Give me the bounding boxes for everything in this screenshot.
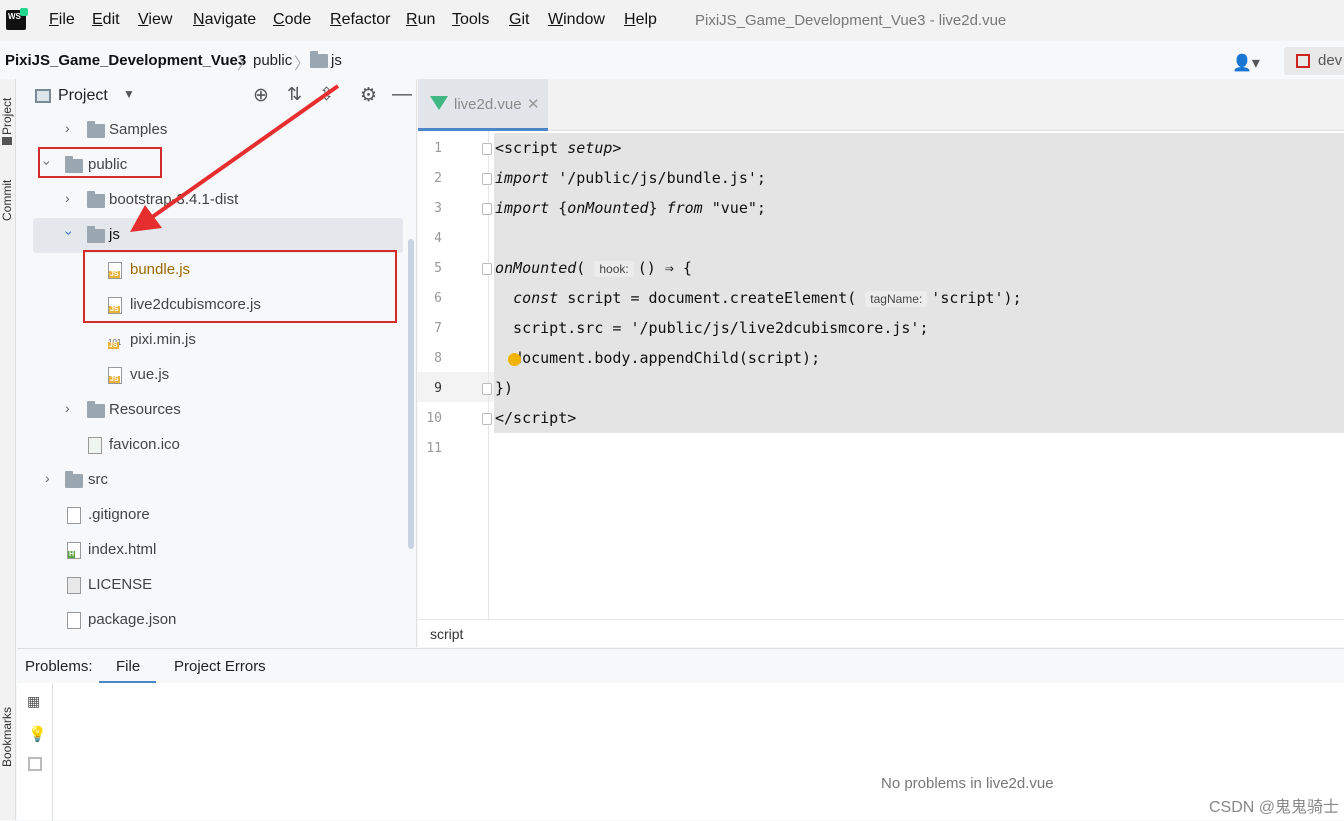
code-line: <script setup>: [495, 139, 622, 157]
fold-marker-icon[interactable]: [482, 143, 492, 155]
code-line: }): [495, 379, 514, 397]
fold-marker-icon[interactable]: [482, 413, 492, 425]
line-number: 1: [434, 141, 442, 156]
code-line: import {onMounted} from "vue";: [495, 199, 766, 217]
editor-tab-bar: live2d.vue ✕: [418, 79, 1344, 131]
code-editor[interactable]: live2d.vue ✕ 1 2 3 4 5 6 7 8 9 10 11 <sc…: [418, 79, 1344, 647]
fold-marker-icon[interactable]: [482, 263, 492, 275]
empty-state-message: No problems in live2d.vue: [881, 775, 1054, 792]
problems-toolbar: ▦ 💡: [17, 683, 53, 821]
close-icon[interactable]: ✕: [527, 95, 540, 113]
line-number: 5: [434, 261, 442, 276]
code-line: import '/public/js/bundle.js';: [495, 169, 766, 187]
preview-icon[interactable]: [28, 757, 42, 771]
editor-breadcrumb-script[interactable]: script: [430, 626, 463, 642]
code-line: script.src = '/public/js/live2dcubismcor…: [495, 319, 929, 337]
watermark: CSDN @鬼鬼骑士: [1209, 799, 1340, 816]
tab-live2d-vue[interactable]: live2d.vue ✕: [418, 79, 548, 131]
code-line: onMounted( hook:() ⇒ {: [495, 259, 692, 277]
code-line: const script = document.createElement( t…: [513, 289, 1022, 307]
fold-marker-icon[interactable]: [482, 173, 492, 185]
line-number: 3: [434, 201, 442, 216]
tab-file[interactable]: File: [99, 649, 156, 683]
annotation-arrow-head: [130, 205, 162, 232]
intention-bulb-icon[interactable]: [508, 353, 521, 366]
line-number: 4: [434, 231, 442, 246]
line-number: 8: [434, 351, 442, 366]
fold-marker-icon[interactable]: [482, 383, 492, 395]
group-by-icon[interactable]: ▦: [27, 693, 40, 710]
fold-marker-icon[interactable]: [482, 203, 492, 215]
line-number: 11: [426, 441, 442, 456]
problems-panel: Problems: File Project Errors ▦ 💡 No pro…: [17, 648, 1344, 821]
annotation-arrow-line: [146, 84, 340, 222]
editor-breadcrumb: script: [418, 619, 1344, 647]
tab-project-errors[interactable]: Project Errors: [174, 658, 266, 675]
param-hint: tagName:: [865, 291, 928, 307]
line-number: 7: [434, 321, 442, 336]
code-line: </script>: [495, 409, 577, 427]
line-number: 10: [426, 411, 442, 426]
line-number: 6: [434, 291, 442, 306]
lightbulb-icon[interactable]: 💡: [28, 725, 47, 743]
line-number: 9: [434, 381, 442, 396]
problems-title: Problems:: [25, 658, 93, 675]
code-line: document.body.appendChild(script);: [495, 349, 821, 367]
line-number: 2: [434, 171, 442, 186]
param-hint: hook:: [594, 261, 634, 277]
vue-icon: [430, 96, 448, 110]
problems-tab-bar: Problems: File Project Errors: [17, 649, 1344, 683]
